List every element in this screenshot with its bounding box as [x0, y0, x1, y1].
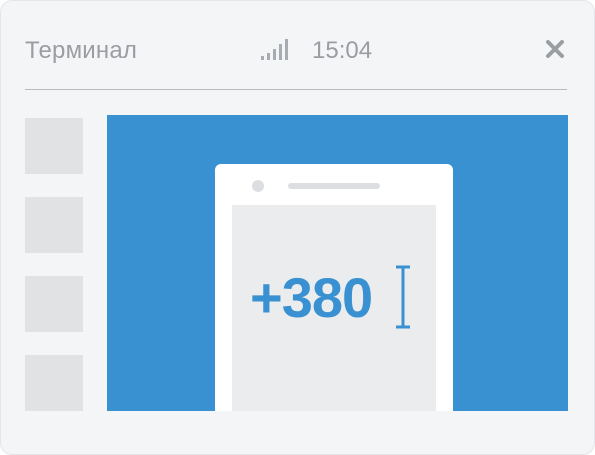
text-cursor-icon — [396, 265, 410, 329]
clock-time: 15:04 — [312, 37, 373, 64]
phone-screen: +380 — [232, 205, 436, 411]
phone-speaker — [288, 183, 380, 189]
sidebar-thumbnail[interactable] — [25, 197, 83, 253]
phone-number-input[interactable]: +380 — [250, 265, 373, 330]
sidebar-thumbnail[interactable] — [25, 118, 83, 174]
close-icon[interactable] — [544, 38, 566, 60]
terminal-window: Терминал 15:04 +380 — [0, 0, 595, 455]
signal-strength-icon — [261, 39, 288, 60]
header-divider — [25, 89, 567, 90]
window-title: Терминал — [25, 37, 138, 64]
window-header: Терминал 15:04 — [25, 29, 566, 73]
main-illustration-panel: +380 — [107, 115, 568, 411]
sidebar-thumbnail[interactable] — [25, 355, 83, 411]
sidebar-thumbnail[interactable] — [25, 276, 83, 332]
phone-illustration: +380 — [215, 164, 453, 411]
phone-camera — [252, 180, 264, 192]
